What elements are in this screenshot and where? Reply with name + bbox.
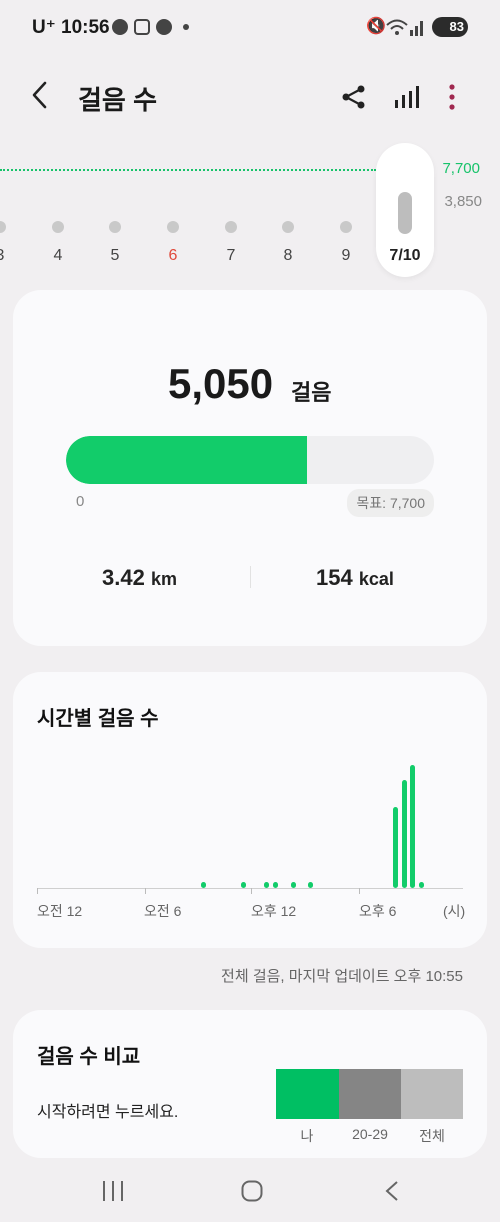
day-bar[interactable] <box>167 221 179 233</box>
tick <box>251 888 252 894</box>
compare-label-age: 20-29 <box>352 1126 388 1142</box>
more-icon[interactable] <box>437 82 467 112</box>
hourly-bar <box>418 882 424 888</box>
calories-metric: 154 kcal <box>316 565 394 591</box>
battery-indicator: 83 <box>432 17 468 37</box>
selected-day-bar <box>398 192 412 234</box>
mid-axis-label: 3,850 <box>444 193 482 210</box>
goal-progress-bar <box>66 436 434 484</box>
hourly-title: 시간별 걸음 수 <box>37 708 159 730</box>
day-label: 8 <box>283 247 293 264</box>
mute-icon: 🔇 <box>366 18 386 35</box>
goal-progress-fill <box>66 436 308 484</box>
last-update-text: 전체 걸음, 마지막 업데이트 오후 10:55 <box>221 968 463 985</box>
hourly-bar <box>240 882 246 888</box>
compare-label-all: 전체 <box>419 1128 445 1144</box>
hourly-bar <box>401 780 407 888</box>
hourly-bar <box>393 807 399 888</box>
progress-min-label: 0 <box>76 493 85 510</box>
navigation-bar <box>0 1160 500 1222</box>
hourly-bar <box>272 882 278 888</box>
distance-value: 3.42 <box>102 565 145 590</box>
day-bar[interactable] <box>52 221 64 233</box>
hourly-bar <box>410 765 416 888</box>
day-bar[interactable] <box>109 221 121 233</box>
share-icon[interactable] <box>339 82 369 112</box>
day-label: 3 <box>0 247 15 265</box>
page-title: 걸음 수 <box>78 85 157 115</box>
step-unit: 걸음 <box>291 380 332 405</box>
x-axis-label: 오전 12 <box>37 903 83 919</box>
metric-divider <box>250 566 251 588</box>
status-time: U⁺ 10:56 <box>32 17 110 38</box>
calories-value: 154 <box>316 565 353 590</box>
day-bar[interactable] <box>340 221 352 233</box>
messenger-icon <box>156 19 172 35</box>
compare-segment-me <box>276 1069 339 1119</box>
recent-apps-icon[interactable] <box>102 1180 124 1202</box>
compare-prompt: 시작하려면 누르세요. <box>37 1104 179 1121</box>
x-axis-unit: (시) <box>443 903 466 919</box>
wifi-icon <box>386 19 408 35</box>
back-nav-icon[interactable] <box>384 1180 400 1202</box>
tick <box>359 888 360 894</box>
day-bar[interactable] <box>282 221 294 233</box>
selected-day-label: 7/10 <box>389 247 421 264</box>
day-label: 5 <box>110 247 120 264</box>
instagram-icon <box>134 19 150 35</box>
step-count: 5,050 <box>168 360 274 407</box>
goal-badge: 목표: 7,700 <box>347 489 434 517</box>
x-axis-label: 오전 6 <box>144 903 182 919</box>
calories-unit: kcal <box>358 569 394 589</box>
compare-segment-all <box>401 1069 463 1119</box>
day-label: 4 <box>53 247 63 264</box>
x-axis-label: 오후 6 <box>359 903 397 919</box>
day-bar[interactable] <box>0 221 6 233</box>
compare-label-me: 나 <box>300 1128 314 1144</box>
back-icon[interactable] <box>30 80 50 118</box>
compare-title: 걸음 수 비교 <box>37 1046 141 1068</box>
tick <box>37 888 38 894</box>
home-icon[interactable] <box>241 1180 263 1202</box>
day-label: 7 <box>226 247 236 264</box>
goal-guide-line <box>0 169 376 171</box>
hourly-baseline <box>37 888 463 889</box>
day-bar[interactable] <box>225 221 237 233</box>
goal-axis-label: 7,700 <box>442 160 480 177</box>
compare-segment-age <box>339 1069 401 1119</box>
distance-metric: 3.42 km <box>102 565 177 591</box>
distance-unit: km <box>150 569 177 589</box>
day-label: 9 <box>341 247 351 264</box>
notification-dot <box>183 24 189 30</box>
x-axis-label: 오후 12 <box>251 903 297 919</box>
status-bar: U⁺ 10:56 🔇 83 <box>0 0 500 56</box>
day-label: 6 <box>168 247 178 264</box>
chart-icon[interactable] <box>391 82 421 112</box>
talk-icon <box>112 19 128 35</box>
signal-icon <box>410 21 423 36</box>
tick <box>145 888 146 894</box>
